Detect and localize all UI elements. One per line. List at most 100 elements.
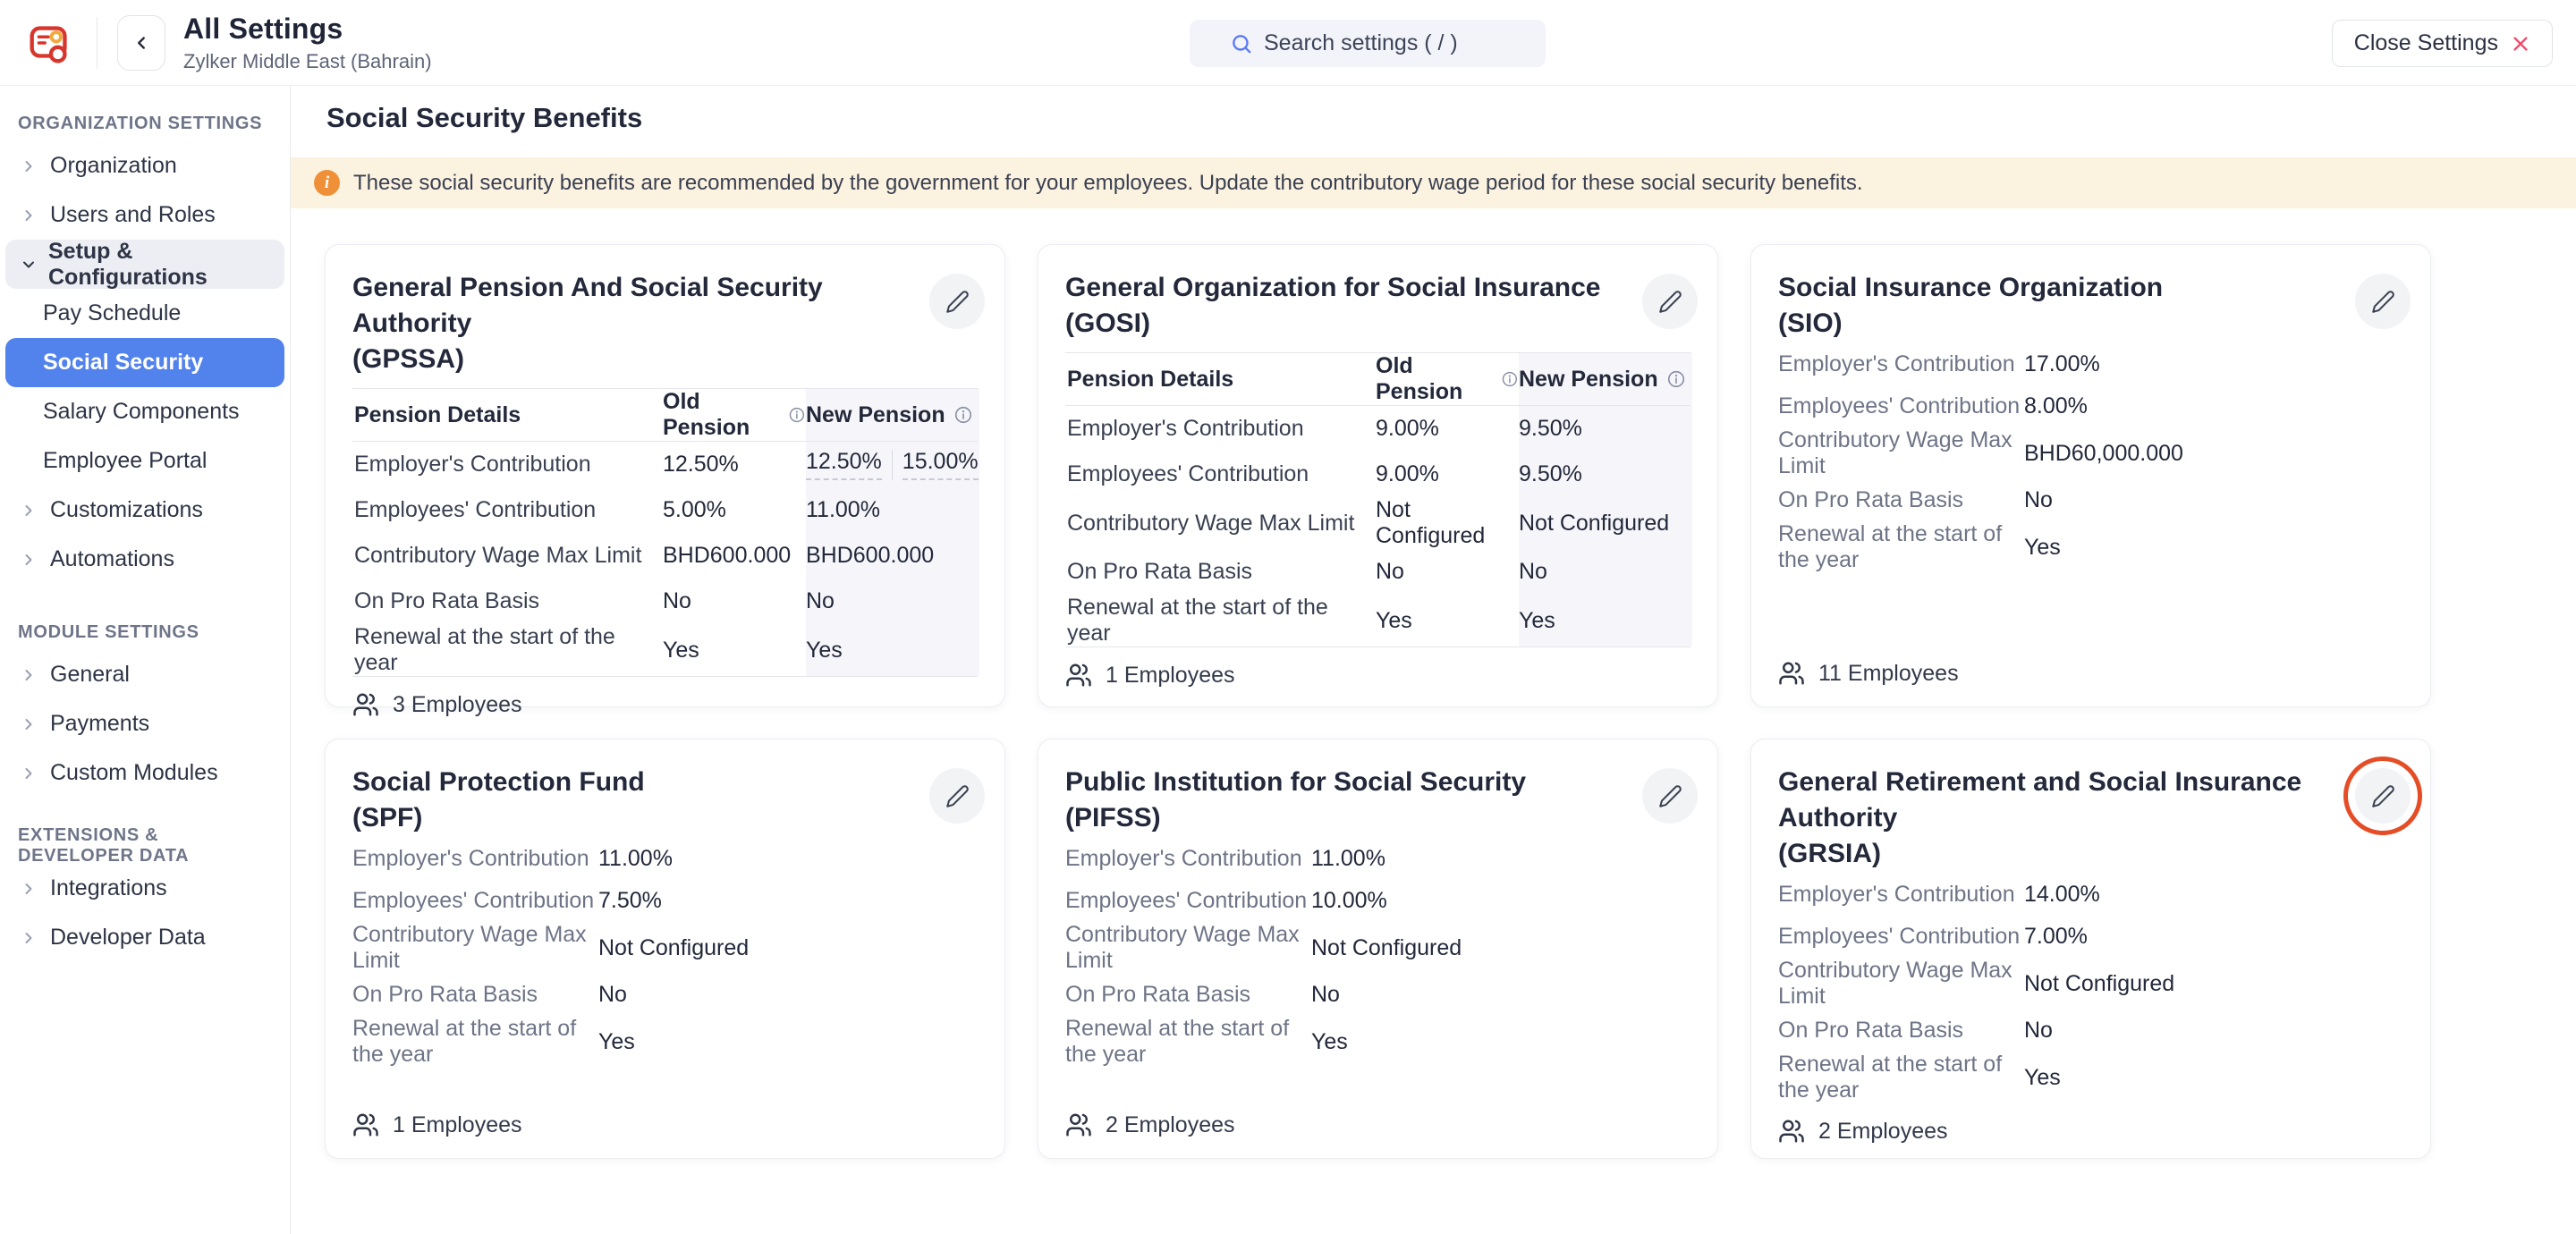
- sidebar-item-pay-schedule[interactable]: Pay Schedule: [5, 289, 284, 338]
- authority-abbr: (GRSIA): [1778, 836, 2333, 872]
- row-label: Contributory Wage Max Limit: [1778, 958, 2024, 1010]
- authority-name: General Retirement and Social Insurance …: [1778, 765, 2333, 836]
- chevron-left-icon: [131, 33, 151, 53]
- pencil-icon: [945, 290, 970, 314]
- old-pension-value: 9.00%: [1376, 416, 1519, 442]
- row-label: Employer's Contribution: [352, 846, 598, 872]
- users-icon: [352, 1111, 379, 1138]
- edit-button[interactable]: [2355, 274, 2411, 329]
- employees-count: 11 Employees: [1818, 661, 1959, 687]
- sidebar-item-setup-configurations[interactable]: Setup & Configurations: [5, 240, 284, 289]
- edit-button[interactable]: [1642, 768, 1698, 824]
- table-row: Employees' Contribution 9.00% 9.50%: [1065, 452, 1690, 497]
- chevron-right-icon: [20, 715, 39, 733]
- pension-table: Pension Details Old Pension New Pension …: [352, 388, 978, 677]
- search-icon: [1230, 32, 1253, 55]
- sidebar-item-label: Organization: [50, 153, 177, 179]
- sidebar-item-label: Payments: [50, 711, 149, 737]
- row-value: 10.00%: [1311, 888, 1690, 914]
- main-content: Social Security Benefits i These social …: [291, 86, 2576, 1234]
- row-value: Yes: [1311, 1029, 1690, 1055]
- employees-footer: 1 Employees: [1065, 647, 1690, 689]
- row-value: No: [2024, 487, 2403, 513]
- pencil-icon: [945, 784, 970, 808]
- row-label: Employees' Contribution: [1778, 393, 2024, 419]
- row-value: Yes: [598, 1029, 978, 1055]
- edit-button[interactable]: [2355, 768, 2411, 824]
- sidebar-item-organization[interactable]: Organization: [5, 141, 284, 190]
- detail-row: Employees' Contribution7.50%: [352, 880, 978, 922]
- sidebar-item-payments[interactable]: Payments: [5, 699, 284, 748]
- sidebar-item-custom-modules[interactable]: Custom Modules: [5, 748, 284, 798]
- sidebar-item-general[interactable]: General: [5, 650, 284, 699]
- card-grsia: General Retirement and Social Insurance …: [1750, 739, 2431, 1159]
- card-title: General Retirement and Social Insurance …: [1778, 765, 2333, 872]
- info-circle-icon[interactable]: [788, 405, 806, 425]
- sidebar-item-social-security[interactable]: Social Security: [5, 338, 284, 387]
- card-title: General Pension And Social Security Auth…: [352, 270, 907, 377]
- detail-row: Employer's Contribution17.00%: [1778, 343, 2403, 385]
- new-pension-value[interactable]: 12.50%: [806, 449, 882, 480]
- row-label: Employees' Contribution: [1778, 924, 2024, 950]
- chevron-right-icon: [20, 551, 39, 569]
- pension-table: Pension Details Old Pension New Pension …: [1065, 352, 1690, 647]
- back-button[interactable]: [117, 15, 165, 71]
- card-title: Public Institution for Social Security (…: [1065, 765, 1620, 836]
- row-label: Renewal at the start of the year: [1065, 595, 1376, 647]
- sidebar-item-automations[interactable]: Automations: [5, 535, 284, 584]
- new-pension-values: 12.50% 15.00%: [806, 449, 979, 480]
- table-row: Renewal at the start of the year Yes Yes: [352, 624, 978, 676]
- table-header-row: Pension Details Old Pension New Pension: [352, 388, 978, 442]
- users-icon: [1778, 660, 1805, 687]
- new-pension-value: 9.50%: [1519, 416, 1692, 442]
- sidebar-item-users-and-roles[interactable]: Users and Roles: [5, 190, 284, 240]
- sidebar-item-salary-components[interactable]: Salary Components: [5, 387, 284, 436]
- users-icon: [1065, 662, 1092, 689]
- row-value: Yes: [2024, 535, 2403, 561]
- benefit-cards-grid: General Pension And Social Security Auth…: [291, 208, 2576, 1159]
- chevron-right-icon: [20, 502, 39, 520]
- row-value: 7.00%: [2024, 924, 2403, 950]
- authority-abbr: (PIFSS): [1065, 800, 1620, 836]
- info-circle-icon[interactable]: [1501, 369, 1519, 389]
- info-circle-icon[interactable]: [1666, 369, 1686, 389]
- close-settings-label: Close Settings: [2354, 30, 2498, 56]
- row-value: 17.00%: [2024, 351, 2403, 377]
- detail-row: Contributory Wage Max LimitBHD60,000.000: [1778, 427, 2403, 479]
- sidebar-item-developer-data[interactable]: Developer Data: [5, 913, 284, 962]
- sidebar-item-label: Social Security: [43, 350, 203, 376]
- card-title: Social Protection Fund (SPF): [352, 765, 907, 836]
- close-settings-button[interactable]: Close Settings: [2332, 20, 2553, 67]
- info-circle-icon[interactable]: [953, 405, 973, 425]
- edit-button[interactable]: [1642, 274, 1698, 329]
- authority-abbr: (SIO): [1778, 306, 2333, 342]
- row-label: Contributory Wage Max Limit: [352, 922, 598, 974]
- table-row: Renewal at the start of the year Yes Yes: [1065, 595, 1690, 647]
- sidebar-item-integrations[interactable]: Integrations: [5, 864, 284, 913]
- row-label: Employees' Contribution: [1065, 461, 1376, 487]
- row-label: Renewal at the start of the year: [1065, 1016, 1311, 1068]
- detail-row: Renewal at the start of the yearYes: [1065, 1016, 1690, 1068]
- close-icon: [2511, 34, 2530, 54]
- settings-search[interactable]: [1190, 20, 1546, 67]
- pencil-icon: [1658, 784, 1682, 808]
- new-pension-value: 9.50%: [1519, 461, 1692, 487]
- detail-row: Renewal at the start of the yearYes: [1778, 521, 2403, 573]
- benefit-details: Employer's Contribution17.00% Employees'…: [1778, 343, 2403, 573]
- chevron-right-icon: [20, 666, 39, 684]
- edit-button[interactable]: [929, 274, 985, 329]
- sidebar-item-customizations[interactable]: Customizations: [5, 486, 284, 535]
- new-pension-alt-value[interactable]: 15.00%: [902, 449, 979, 480]
- sidebar-item-label: Integrations: [50, 875, 167, 901]
- row-label: Renewal at the start of the year: [352, 624, 663, 676]
- row-label: Contributory Wage Max Limit: [1065, 511, 1376, 537]
- column-header-pension-details: Pension Details: [354, 402, 521, 428]
- row-value: Not Configured: [1311, 935, 1690, 961]
- old-pension-value: BHD600.000: [663, 543, 806, 569]
- row-value: No: [2024, 1018, 2403, 1044]
- edit-button[interactable]: [929, 768, 985, 824]
- sidebar-item-label: General: [50, 662, 130, 688]
- search-input[interactable]: [1264, 30, 1505, 56]
- sidebar-item-employee-portal[interactable]: Employee Portal: [5, 436, 284, 486]
- row-label: Renewal at the start of the year: [352, 1016, 598, 1068]
